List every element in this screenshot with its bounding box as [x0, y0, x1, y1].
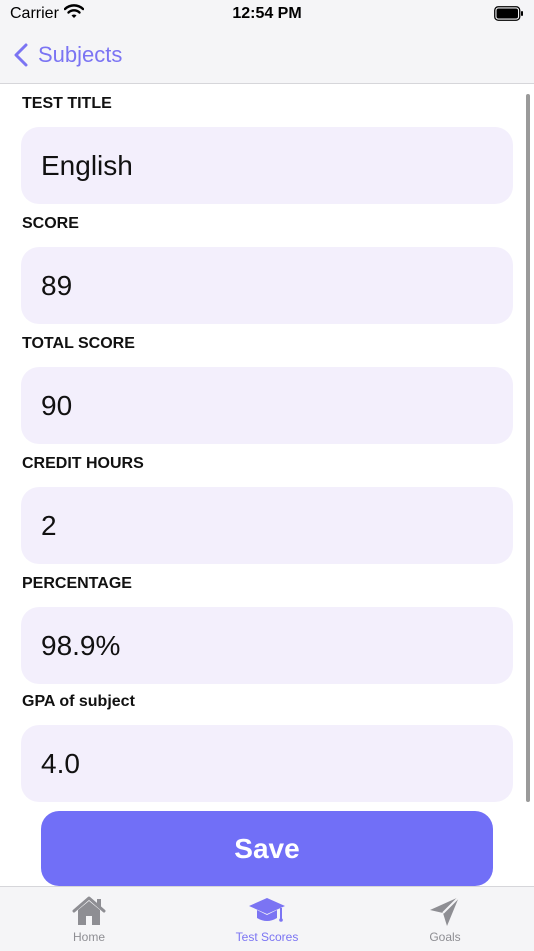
score-field[interactable]: 89: [21, 247, 513, 324]
chevron-left-icon: [14, 43, 28, 67]
tab-bar: Home Test Scores Goals: [0, 886, 534, 951]
total-score-field[interactable]: 90: [21, 367, 513, 444]
save-button[interactable]: Save: [41, 811, 493, 886]
graduation-cap-icon: [249, 898, 285, 922]
back-button[interactable]: Subjects: [14, 39, 122, 71]
credit-hours-value: 2: [41, 509, 57, 541]
status-bar: Carrier 12:54 PM: [0, 0, 534, 28]
test-title-label: TEST TITLE: [22, 95, 112, 112]
tab-home-label: Home: [72, 930, 105, 944]
tab-goals[interactable]: Goals: [356, 887, 534, 951]
form-content[interactable]: TEST TITLE English SCORE 89 TOTAL SCORE …: [0, 84, 534, 885]
percentage-field[interactable]: 98.9%: [21, 607, 513, 684]
clock: 12:54 PM: [232, 5, 302, 22]
total-score-value: 90: [41, 389, 73, 421]
paper-plane-icon: [430, 896, 460, 926]
total-score-label: TOTAL SCORE: [22, 335, 135, 352]
navigation-bar: Subjects: [0, 28, 534, 84]
battery-icon: [494, 6, 524, 26]
test-title-field[interactable]: English: [21, 127, 513, 204]
home-icon: [72, 896, 106, 925]
score-label: SCORE: [22, 215, 79, 232]
tab-goals-label: Goals: [429, 930, 461, 944]
credit-hours-label: CREDIT HOURS: [22, 455, 144, 472]
save-button-label: Save: [234, 832, 300, 864]
credit-hours-field[interactable]: 2: [21, 487, 513, 564]
gpa-label: GPA of subject: [22, 693, 135, 710]
gpa-value: 4.0: [41, 747, 80, 779]
tab-test-scores[interactable]: Test Scores: [178, 887, 356, 951]
back-button-label: Subjects: [38, 42, 123, 67]
score-value: 89: [41, 269, 73, 301]
gpa-field[interactable]: 4.0: [21, 725, 513, 802]
tab-test-scores-label: Test Scores: [235, 930, 299, 944]
scrollbar[interactable]: [526, 94, 530, 802]
percentage-label: PERCENTAGE: [22, 575, 132, 592]
test-title-value: English: [41, 149, 133, 181]
percentage-value: 98.9%: [41, 629, 121, 661]
tab-home[interactable]: Home: [0, 887, 178, 951]
